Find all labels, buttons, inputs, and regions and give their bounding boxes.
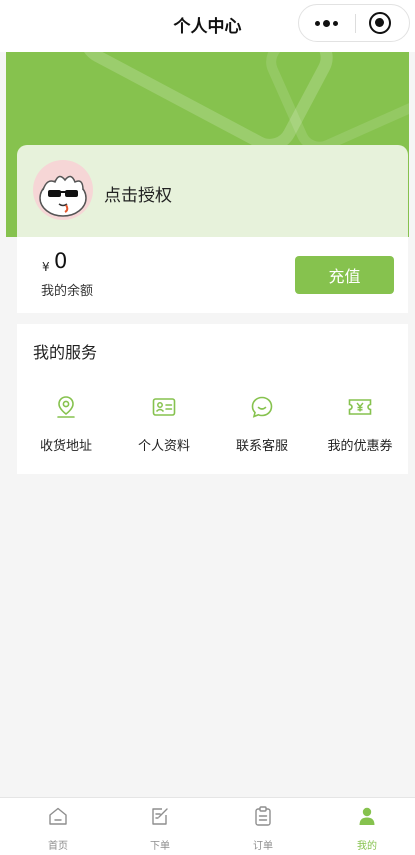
clipboard-icon <box>255 806 271 826</box>
tab-bar: 首页 下单 订单 我的 <box>0 797 415 855</box>
coupon-icon <box>348 399 372 415</box>
tab-label: 下单 <box>150 841 170 852</box>
location-icon <box>57 396 75 418</box>
service-profile[interactable]: 个人资料 <box>115 394 213 454</box>
balance-amount: 0 <box>54 249 68 273</box>
tab-orders[interactable]: 订单 <box>211 805 315 852</box>
tab-order-now[interactable]: 下单 <box>108 805 212 852</box>
balance-label: 我的余额 <box>41 284 94 299</box>
user-card[interactable]: 点击授权 <box>17 145 408 237</box>
tab-label: 首页 <box>48 841 68 852</box>
tab-label: 我的 <box>357 841 377 852</box>
home-icon <box>49 807 67 825</box>
capsule-divider <box>355 14 356 33</box>
service-customer-support[interactable]: 联系客服 <box>213 394 311 454</box>
service-label: 个人资料 <box>137 439 190 454</box>
nav-bar: 个人中心 <box>0 0 415 52</box>
edit-icon <box>152 808 168 825</box>
currency-symbol: ¥ <box>42 260 50 274</box>
close-miniprogram-icon[interactable] <box>369 12 391 34</box>
id-card-icon <box>152 398 176 416</box>
service-coupons[interactable]: 我的优惠券 <box>311 394 409 454</box>
mini-program-capsule <box>298 4 410 42</box>
service-label: 收货地址 <box>39 439 92 454</box>
balance-section: ¥ 0 我的余额 充值 <box>17 237 408 313</box>
service-address[interactable]: 收货地址 <box>17 394 115 454</box>
service-label: 联系客服 <box>235 439 288 454</box>
recharge-button[interactable]: 充值 <box>295 256 394 294</box>
chat-icon <box>251 396 273 418</box>
tab-home[interactable]: 首页 <box>6 805 110 852</box>
user-icon <box>359 807 375 825</box>
authorize-login-link[interactable]: 点击授权 <box>104 181 172 206</box>
avatar[interactable] <box>33 160 93 220</box>
services-title: 我的服务 <box>33 343 98 362</box>
tab-label: 订单 <box>253 841 273 852</box>
tab-mine[interactable]: 我的 <box>315 805 415 852</box>
service-label: 我的优惠券 <box>327 439 393 454</box>
more-menu-icon[interactable] <box>299 5 354 41</box>
services-panel: 我的服务 收货地址 个人资料 联系客服 我的优惠券 <box>17 324 408 474</box>
